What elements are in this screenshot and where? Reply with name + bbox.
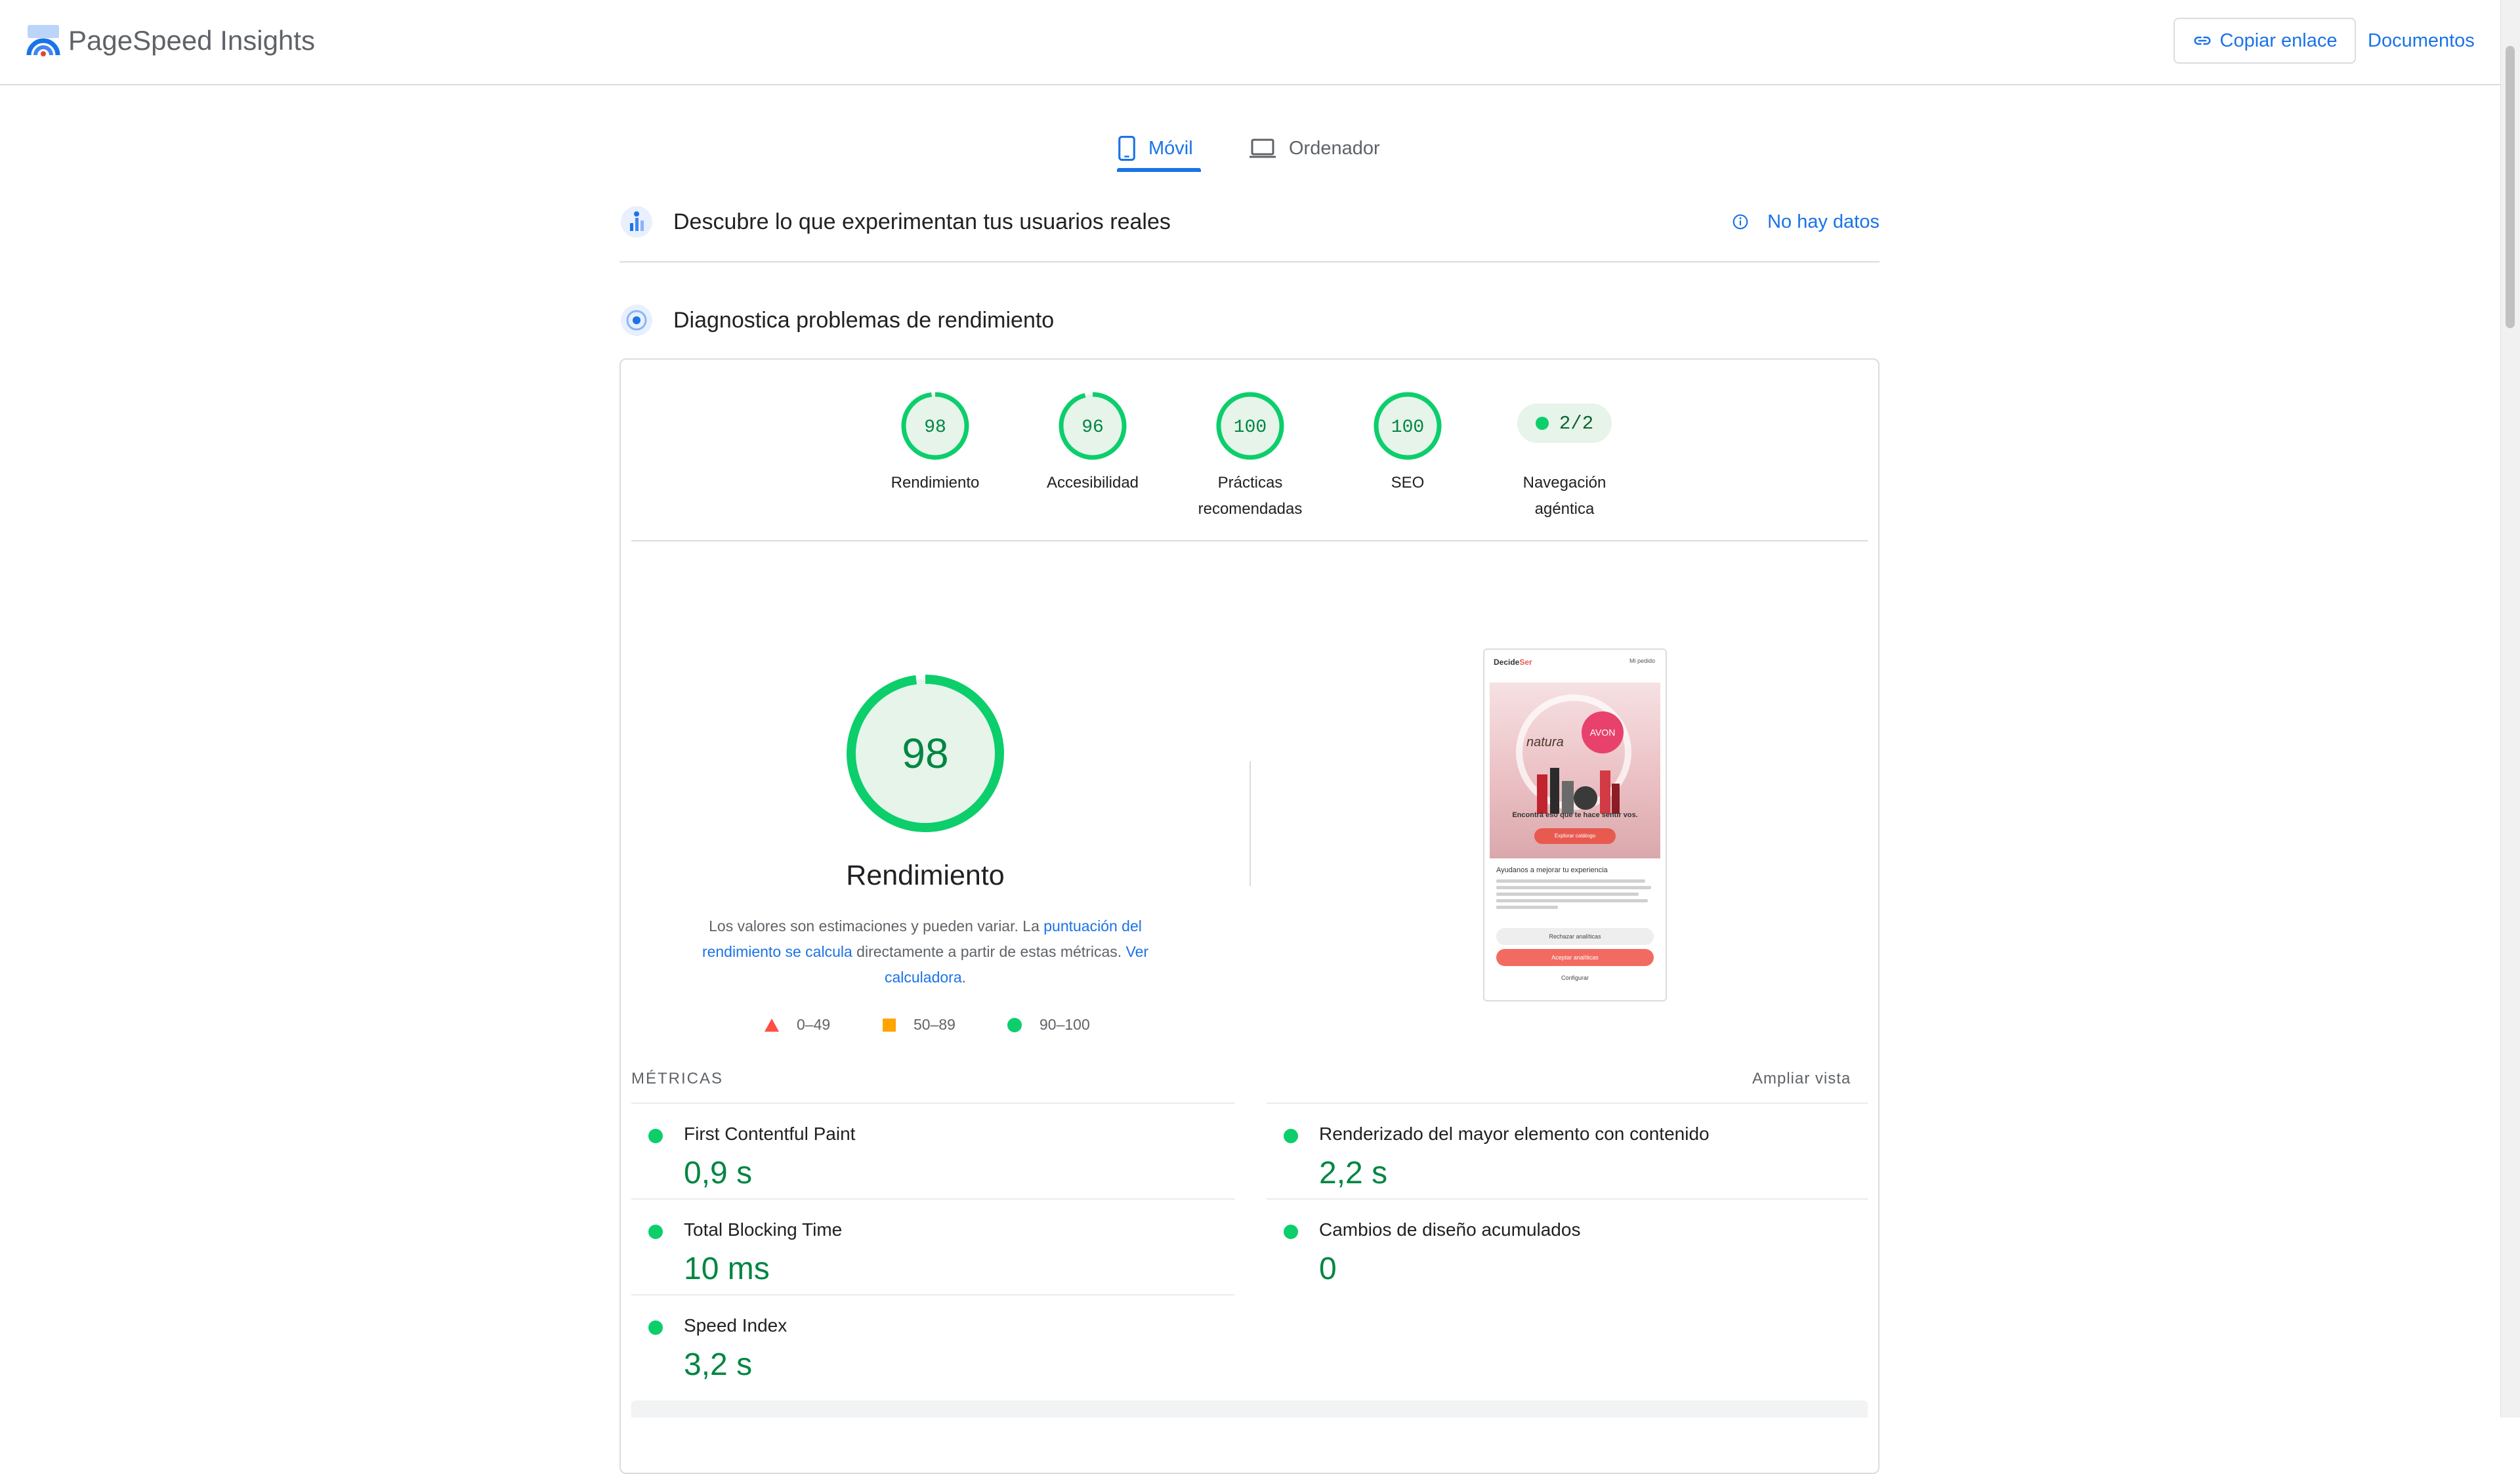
thumb-hero-button: Explorar catálogo <box>1534 828 1616 844</box>
thumb-brand-a: Decide <box>1494 658 1520 667</box>
no-data-link[interactable]: No hay datos <box>1732 201 1880 243</box>
no-data-label: No hay datos <box>1767 211 1880 232</box>
pass-dot-icon <box>648 1129 663 1143</box>
copy-link-label: Copiar enlace <box>2219 30 2338 51</box>
thumb-hero-text: Encontrá eso que te hace sentir vos. <box>1512 811 1638 819</box>
users-chart-icon <box>621 206 652 238</box>
thumb-natura-logo: natura <box>1526 735 1564 749</box>
metric-name: Renderizado del mayor elemento con conte… <box>1319 1124 1710 1144</box>
field-data-header: Descubre lo que experimentan tus usuario… <box>620 201 1880 243</box>
pass-dot-icon <box>648 1320 663 1335</box>
thumb-header-right: Mi pedido <box>1629 658 1655 664</box>
agentic-navigation-score: 2/2 <box>1559 412 1594 434</box>
metric-value: 3,2 s <box>684 1347 753 1382</box>
performance-desc-text-2: directamente a partir de estas métricas. <box>852 943 1126 960</box>
category-label-accesibilidad: Accesibilidad <box>1046 474 1139 492</box>
expand-view-toggle[interactable]: Ampliar vista <box>1752 1070 1851 1088</box>
performance-title: Rendimiento <box>846 860 1005 891</box>
performance-gauge: 98 <box>847 675 1004 832</box>
gauges-divider <box>631 540 1868 541</box>
link-icon <box>2194 36 2210 45</box>
thumb-products-image <box>1537 768 1620 814</box>
thumb-brand-b: Ser <box>1519 658 1532 667</box>
lab-data-title: Diagnostica problemas de rendimiento <box>673 307 1055 333</box>
metric-name: Total Blocking Time <box>684 1219 843 1240</box>
next-section-strip <box>631 1400 1868 1418</box>
legend-average-range: 50–89 <box>914 1016 956 1033</box>
smartphone-icon <box>1118 135 1135 161</box>
thumb-brand: DecideSer <box>1494 658 1532 667</box>
metric-speed-index: Speed Index 3,2 s <box>631 1295 1222 1391</box>
tab-desktop[interactable]: Ordenador <box>1248 122 1380 175</box>
pass-dot-icon <box>1284 1225 1298 1239</box>
legend-fail: 0–49 <box>764 1016 830 1034</box>
gauge-practicas[interactable]: 100 <box>1214 390 1286 462</box>
metric-tbt: Total Blocking Time 10 ms <box>631 1200 1222 1295</box>
active-tab-indicator <box>1117 168 1201 172</box>
section-divider <box>620 261 1880 263</box>
legend-fail-range: 0–49 <box>797 1016 831 1033</box>
metric-value: 2,2 s <box>1319 1156 1388 1190</box>
fail-triangle-icon <box>765 1018 779 1032</box>
info-icon <box>1732 214 1748 230</box>
thumb-cookie-text-lines <box>1496 879 1651 912</box>
thumb-accept-button: Aceptar analíticas <box>1496 949 1654 966</box>
metric-fcp: First Contentful Paint 0,9 s <box>631 1104 1222 1200</box>
metric-value: 0 <box>1319 1252 1337 1286</box>
app-title[interactable]: PageSpeed Insights <box>68 22 315 59</box>
vertical-divider <box>1250 761 1251 886</box>
docs-link[interactable]: Documentos <box>2368 18 2475 64</box>
thumb-reject-button: Rechazar analíticas <box>1496 928 1654 945</box>
scrollbar-thumb[interactable] <box>2506 46 2515 328</box>
metric-cls: Cambios de diseño acumulados 0 <box>1267 1200 1857 1295</box>
final-screenshot-thumbnail[interactable]: DecideSer Mi pedido natura AVON Encontrá… <box>1483 648 1667 1001</box>
category-label-agentica: Navegación agéntica <box>1522 474 1606 518</box>
field-data-title: Descubre lo que experimentan tus usuario… <box>673 209 1171 234</box>
performance-score: 98 <box>902 730 948 777</box>
legend-average: 50–89 <box>882 1016 956 1034</box>
agentic-navigation-badge[interactable]: 2/2 <box>1517 404 1612 443</box>
metric-name: Speed Index <box>684 1315 788 1336</box>
gauge-seo-score: 100 <box>1391 417 1424 438</box>
legend-pass-range: 90–100 <box>1040 1016 1090 1033</box>
gauge-rendimiento[interactable]: 98 <box>899 390 971 462</box>
metrics-heading: MÉTRICAS <box>631 1070 724 1087</box>
tab-mobile-label: Móvil <box>1148 137 1193 159</box>
lab-diagnose-icon <box>621 305 652 336</box>
thumb-cookie-title: Ayudanos a mejorar tu experiencia <box>1496 866 1608 874</box>
lab-data-header: Diagnostica problemas de rendimiento <box>620 299 1880 341</box>
gauge-rendimiento-score: 98 <box>924 417 946 438</box>
pass-dot-icon <box>1284 1129 1298 1143</box>
metric-lcp: Renderizado del mayor elemento con conte… <box>1267 1104 1857 1200</box>
average-square-icon <box>883 1018 896 1032</box>
tab-mobile[interactable]: Móvil <box>1117 122 1193 175</box>
thumb-configure-button: Configurar <box>1561 975 1589 981</box>
category-label-rendimiento: Rendimiento <box>891 474 980 492</box>
gauge-seo[interactable]: 100 <box>1372 390 1444 462</box>
gauge-accesibilidad[interactable]: 96 <box>1057 390 1129 462</box>
performance-desc-text-3: . <box>961 969 967 986</box>
gauge-practicas-score: 100 <box>1234 417 1267 438</box>
legend-pass: 90–100 <box>1007 1016 1090 1034</box>
metric-name: First Contentful Paint <box>684 1124 856 1144</box>
pass-dot-icon <box>1535 417 1549 430</box>
laptop-icon <box>1250 138 1276 158</box>
thumb-avon-logo: AVON <box>1582 711 1624 753</box>
metric-value: 10 ms <box>684 1252 770 1286</box>
pagespeed-logo-icon[interactable] <box>25 22 62 59</box>
tab-desktop-label: Ordenador <box>1289 137 1380 159</box>
performance-description: Los valores son estimaciones y pueden va… <box>682 914 1168 990</box>
pass-dot-icon <box>648 1225 663 1239</box>
gauge-accesibilidad-score: 96 <box>1082 417 1104 438</box>
performance-desc-text-1: Los valores son estimaciones y pueden va… <box>709 917 1044 935</box>
category-label-seo: SEO <box>1391 474 1425 492</box>
copy-link-button[interactable]: Copiar enlace <box>2174 18 2356 64</box>
pass-circle-icon <box>1007 1017 1022 1032</box>
category-label-practicas: Prácticas recomendadas <box>1198 474 1303 518</box>
metric-name: Cambios de diseño acumulados <box>1319 1219 1581 1240</box>
top-bar: PageSpeed Insights Copiar enlace Documen… <box>0 0 2500 85</box>
thumb-hero-image: natura AVON Encontrá eso que te hace sen… <box>1490 683 1660 858</box>
metric-value: 0,9 s <box>684 1156 753 1190</box>
